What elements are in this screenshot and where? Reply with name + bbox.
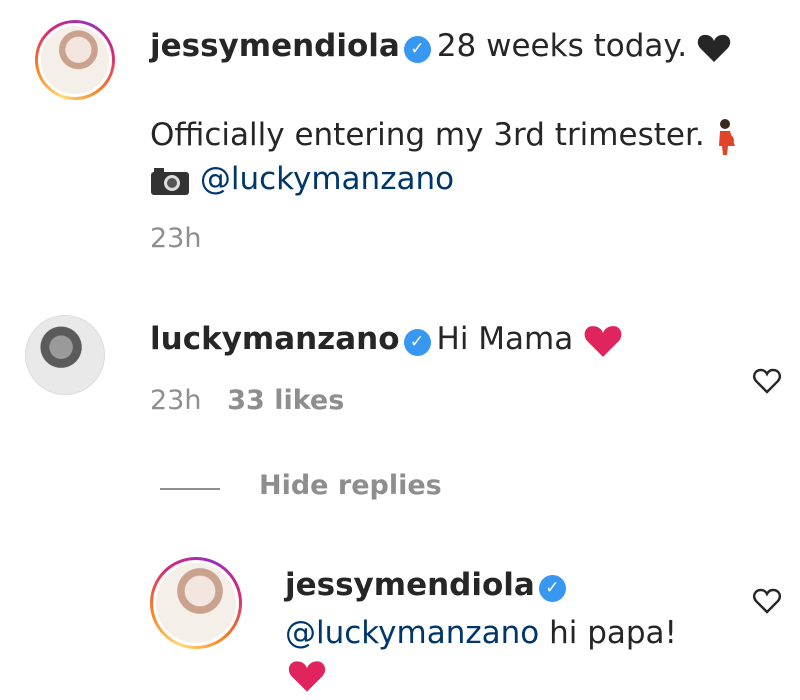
- avatar-photo: [25, 315, 105, 395]
- comment-text: Hi Mama: [436, 321, 574, 357]
- red-heart-icon: [288, 661, 326, 692]
- reply-mention-link[interactable]: @luckymanzano: [285, 615, 539, 651]
- reply-header: jessymendiola ✓: [285, 566, 572, 604]
- verified-badge-icon: ✓: [538, 575, 566, 602]
- heart-outline-icon[interactable]: [752, 586, 782, 616]
- post-mention-link[interactable]: @luckymanzano: [200, 161, 454, 197]
- commenter-avatar[interactable]: [25, 315, 105, 395]
- avatar-photo: [153, 560, 239, 646]
- reply-body: @luckymanzano hi papa!: [285, 614, 677, 652]
- post-caption-header: jessymendiola ✓ 28 weeks today.: [150, 27, 731, 65]
- hide-replies-button[interactable]: Hide replies: [259, 470, 442, 501]
- post-caption-credit: @luckymanzano: [150, 160, 454, 198]
- pregnant-woman-icon: [718, 118, 735, 155]
- avatar-photo: [38, 23, 112, 97]
- red-heart-icon: [584, 325, 622, 357]
- heart-outline-icon[interactable]: [752, 366, 782, 396]
- reply-author-username[interactable]: jessymendiola: [285, 567, 535, 603]
- post-author-username[interactable]: jessymendiola: [150, 28, 400, 64]
- post-caption-line1: 28 weeks today.: [436, 28, 688, 64]
- post-caption-line2: Officially entering my 3rd trimester.: [150, 117, 705, 153]
- comment-meta: 23h 33 likes: [150, 384, 344, 418]
- post-author-avatar[interactable]: [35, 20, 115, 100]
- commenter-username[interactable]: luckymanzano: [150, 321, 400, 357]
- verified-badge-icon: ✓: [403, 36, 431, 63]
- black-heart-icon: [697, 34, 731, 62]
- reply-text: hi papa!: [549, 615, 677, 651]
- comment-row: luckymanzano ✓ Hi Mama: [150, 320, 623, 358]
- post-caption-body: Officially entering my 3rd trimester.: [150, 116, 737, 156]
- reply-author-avatar[interactable]: [150, 557, 242, 649]
- comment-likes-count[interactable]: 33 likes: [227, 385, 344, 416]
- comment-timestamp: 23h: [150, 385, 202, 416]
- post-timestamp: 23h: [150, 223, 202, 254]
- verified-badge-icon: ✓: [403, 329, 431, 356]
- replies-divider: [160, 488, 220, 490]
- camera-icon: [151, 167, 189, 195]
